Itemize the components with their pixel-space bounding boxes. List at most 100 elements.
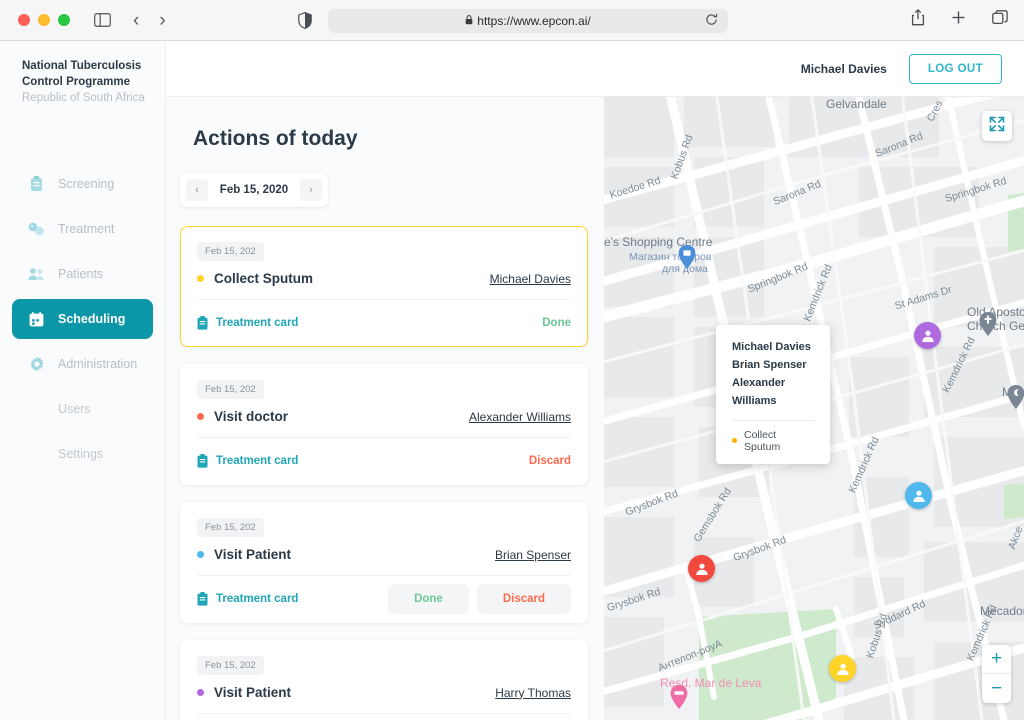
address-bar[interactable]: https://www.epcon.ai/ — [328, 9, 728, 33]
sidebar-item-patients[interactable]: Patients — [12, 254, 153, 294]
card-main-row: Collect Sputum Michael Davies — [197, 265, 571, 300]
sidebar-item-administration[interactable]: Administration — [12, 344, 153, 384]
discard-button[interactable]: Discard — [476, 584, 571, 614]
date-prev-button[interactable]: ‹ — [186, 179, 208, 201]
popup-action-row: Collect Sputum — [732, 429, 814, 453]
calendar-icon — [28, 311, 45, 328]
status-dot — [197, 413, 204, 420]
sidebar-item-screening[interactable]: Screening — [12, 164, 153, 204]
popup-status-dot — [732, 438, 737, 444]
sidebar-item-treatment[interactable]: Treatment — [12, 209, 153, 249]
map-view[interactable]: Gelvandale Cres Sarona Rd Kobus Rd Koedo… — [604, 97, 1024, 720]
clipboard-icon — [28, 176, 45, 193]
mosque-poi-pin[interactable] — [1007, 385, 1024, 409]
treatment-card-icon — [197, 316, 208, 330]
sidebar-subitem-label: Users — [58, 402, 91, 417]
reload-icon[interactable] — [705, 13, 718, 29]
map-marker-yellow[interactable] — [829, 655, 856, 682]
map-marker-blue[interactable] — [905, 482, 932, 509]
page-title: Actions of today — [193, 127, 358, 150]
gear-icon — [28, 356, 45, 373]
plus-icon[interactable] — [951, 10, 966, 25]
card-action-title: Visit doctor — [214, 409, 289, 424]
sidebar-item-scheduling[interactable]: Scheduling — [12, 299, 153, 340]
lodging-poi-pin[interactable] — [670, 685, 688, 709]
map-zoom-in-button[interactable]: + — [982, 645, 1011, 674]
map-zoom-out-button[interactable]: − — [982, 674, 1011, 703]
map-zoom-controls[interactable]: + − — [982, 645, 1011, 703]
popup-person-name: Brian Spenser — [732, 359, 807, 372]
card-footer: Treatment card Done — [197, 300, 571, 346]
browser-actions[interactable] — [911, 9, 1008, 26]
popup-person-name: Alexander Williams — [732, 377, 786, 408]
treatment-card-icon — [197, 592, 208, 606]
status-dot — [197, 689, 204, 696]
popup-divider — [732, 419, 814, 421]
sidebar-item-label: Screening — [58, 177, 115, 192]
card-date-badge: Feb 15, 202 — [197, 518, 264, 537]
content-column: Michael Davies LOG OUT Actions of today … — [166, 41, 1024, 720]
treatment-card-link[interactable]: Treatment card — [197, 454, 298, 468]
close-window-button[interactable] — [18, 14, 30, 26]
sidebar-item-label: Patients — [58, 267, 104, 282]
share-icon[interactable] — [911, 9, 925, 26]
sidebar: National Tuberculosis Control Programme … — [0, 41, 166, 720]
map-expand-button[interactable] — [982, 111, 1012, 141]
card-person-link[interactable]: Michael Davies — [490, 272, 571, 286]
browser-navigation[interactable]: ‹ › — [133, 11, 166, 30]
pills-icon — [28, 221, 45, 238]
map-marker-popup: Michael Davies Brian Spenser Alexander W… — [716, 325, 830, 464]
card-person-link[interactable]: Harry Thomas — [495, 686, 571, 700]
sidebar-item-settings[interactable]: Settings — [12, 434, 153, 474]
card-person-link[interactable]: Brian Spenser — [495, 548, 571, 562]
treatment-card-link[interactable]: Treatment card — [197, 592, 298, 606]
window-controls[interactable] — [18, 14, 70, 26]
lock-icon — [465, 14, 473, 28]
tab-overview-icon[interactable] — [992, 9, 1008, 26]
action-card[interactable]: Feb 15, 202 Visit Patient Harry Thomas — [180, 640, 588, 720]
main-split: Actions of today ‹ Feb 15, 2020 › Feb 15… — [166, 97, 1024, 720]
sidebar-nav: Screening Treatment Patients Scheduling … — [0, 164, 165, 474]
maximize-window-button[interactable] — [58, 14, 70, 26]
url-text: https://www.epcon.ai/ — [477, 14, 591, 28]
sidebar-toggle-icon[interactable] — [94, 13, 111, 27]
treatment-card-label: Treatment card — [216, 455, 299, 467]
card-person-link[interactable]: Alexander Williams — [469, 410, 571, 424]
date-next-button[interactable]: › — [300, 179, 322, 201]
card-status-text: Discard — [528, 455, 571, 467]
card-action-title: Collect Sputum — [214, 271, 314, 286]
card-footer: Treatment card Discard — [197, 438, 571, 484]
header-user-name: Michael Davies — [800, 61, 887, 76]
shopping-poi-pin[interactable] — [678, 245, 696, 269]
sidebar-subitem-label: Settings — [58, 447, 104, 462]
popup-action-label: Collect Sputum — [744, 428, 781, 453]
sidebar-item-label: Scheduling — [58, 312, 126, 327]
back-arrow-icon[interactable]: ‹ — [133, 11, 139, 30]
card-date-badge: Feb 15, 202 — [197, 242, 264, 261]
brand-line-1: National Tuberculosis — [22, 60, 142, 72]
treatment-card-icon — [197, 454, 208, 468]
card-footer: Treatment card Done Discard — [197, 714, 571, 720]
sidebar-item-users[interactable]: Users — [12, 389, 153, 429]
done-button[interactable]: Done — [388, 584, 469, 614]
minimize-window-button[interactable] — [38, 14, 50, 26]
forward-arrow-icon[interactable]: › — [159, 11, 165, 30]
map-marker-purple[interactable] — [914, 322, 941, 349]
map-marker-red[interactable] — [688, 555, 715, 582]
treatment-card-link[interactable]: Treatment card — [197, 316, 298, 330]
sidebar-item-label: Treatment — [58, 222, 115, 237]
people-icon — [28, 266, 45, 283]
action-card[interactable]: Feb 15, 202 Collect Sputum Michael Davie… — [180, 226, 588, 347]
action-card[interactable]: Feb 15, 202 Visit Patient Brian Spenser — [180, 502, 588, 623]
church-poi-pin[interactable] — [979, 312, 997, 336]
privacy-shield-icon[interactable] — [298, 12, 312, 29]
action-card[interactable]: Feb 15, 202 Visit doctor Alexander Willi… — [180, 364, 588, 485]
browser-toolbar: ‹ › https://www.epcon.ai/ — [0, 0, 1024, 41]
date-picker[interactable]: ‹ Feb 15, 2020 › — [180, 173, 328, 207]
card-date-badge: Feb 15, 202 — [197, 380, 264, 399]
logout-button[interactable]: LOG OUT — [908, 53, 1002, 84]
card-main-row: Visit doctor Alexander Williams — [197, 403, 571, 438]
popup-person-name: Michael Davies — [732, 341, 811, 353]
app-header: Michael Davies LOG OUT — [166, 41, 1024, 97]
treatment-card-label: Treatment card — [216, 593, 299, 605]
